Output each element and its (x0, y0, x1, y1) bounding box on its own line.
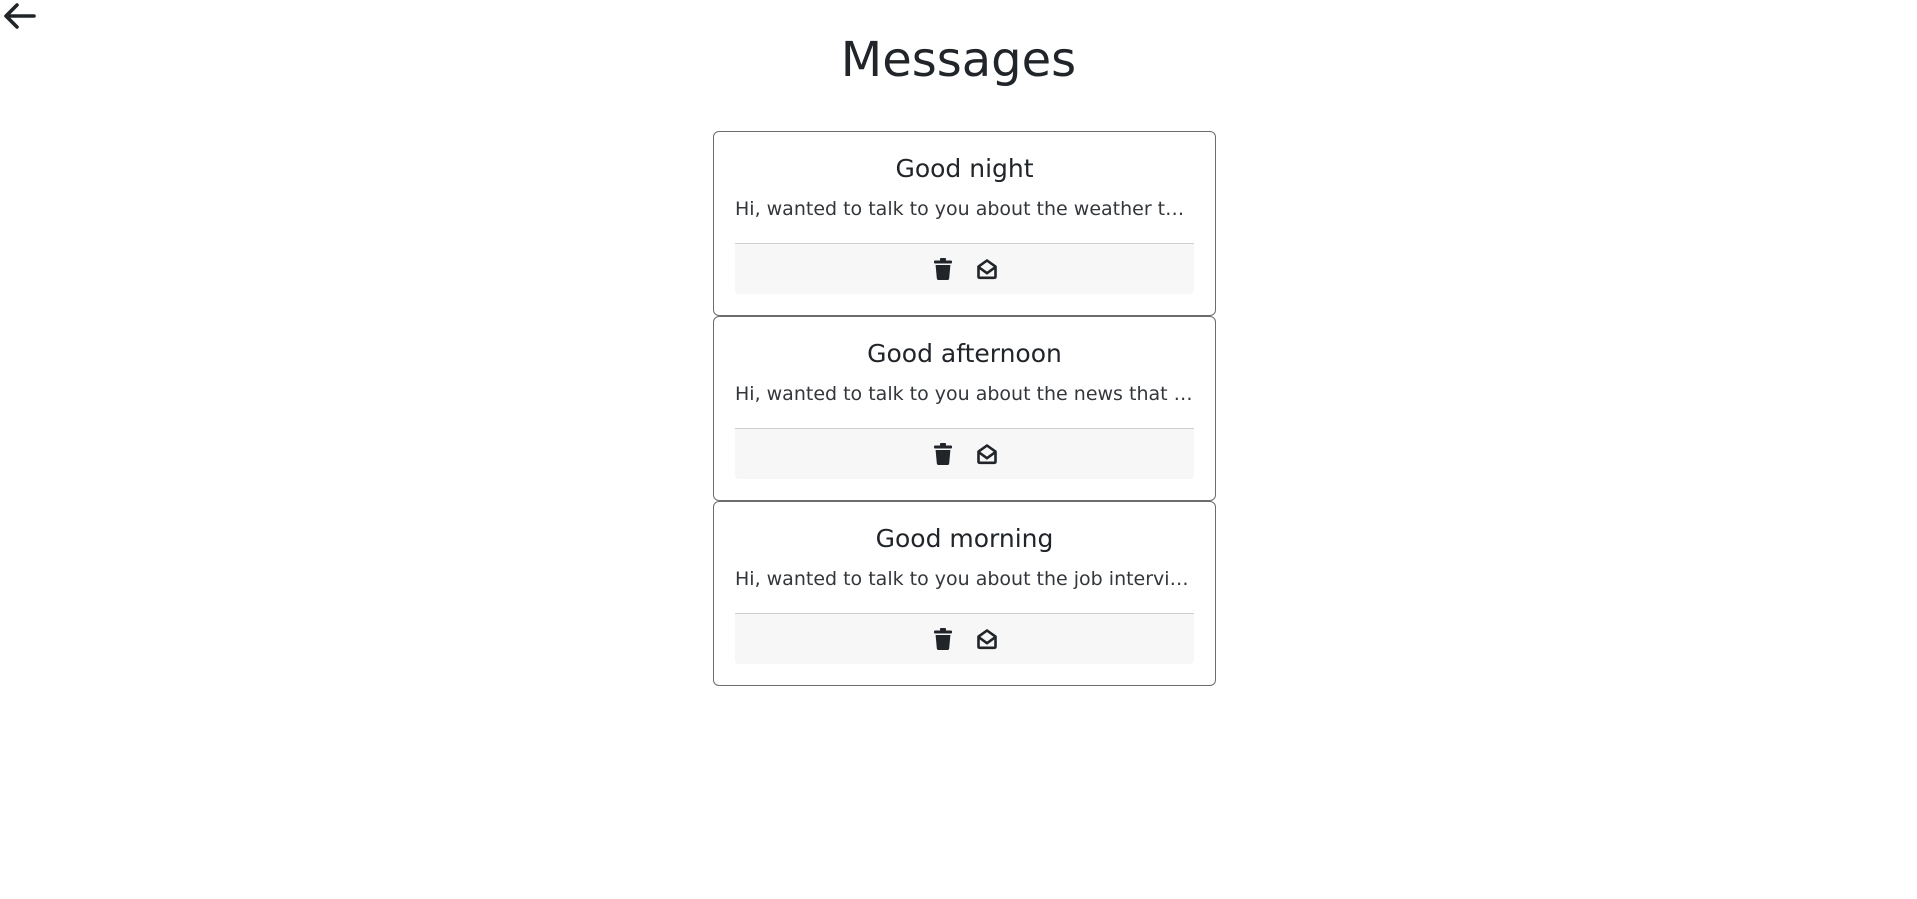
messages-page: Messages Good night Hi, wanted to talk t… (0, 0, 1917, 899)
message-title: Good night (895, 154, 1034, 183)
message-actions (735, 613, 1194, 664)
envelope-open-icon[interactable] (975, 626, 999, 652)
message-preview: Hi, wanted to talk to you about the weat… (735, 198, 1194, 220)
trash-icon[interactable] (931, 441, 955, 467)
message-card[interactable]: Good afternoon Hi, wanted to talk to you… (713, 316, 1216, 501)
message-list: Good night Hi, wanted to talk to you abo… (713, 131, 1216, 686)
message-preview: Hi, wanted to talk to you about the job … (735, 568, 1194, 590)
message-preview: Hi, wanted to talk to you about the news… (735, 383, 1194, 405)
envelope-open-icon[interactable] (975, 256, 999, 282)
message-title: Good morning (875, 524, 1054, 553)
envelope-open-icon[interactable] (975, 441, 999, 467)
trash-icon[interactable] (931, 626, 955, 652)
page-title: Messages (840, 32, 1077, 88)
message-card[interactable]: Good night Hi, wanted to talk to you abo… (713, 131, 1216, 316)
message-card[interactable]: Good morning Hi, wanted to talk to you a… (713, 501, 1216, 686)
message-title: Good afternoon (867, 339, 1062, 368)
message-actions (735, 428, 1194, 479)
message-actions (735, 243, 1194, 294)
trash-icon[interactable] (931, 256, 955, 282)
